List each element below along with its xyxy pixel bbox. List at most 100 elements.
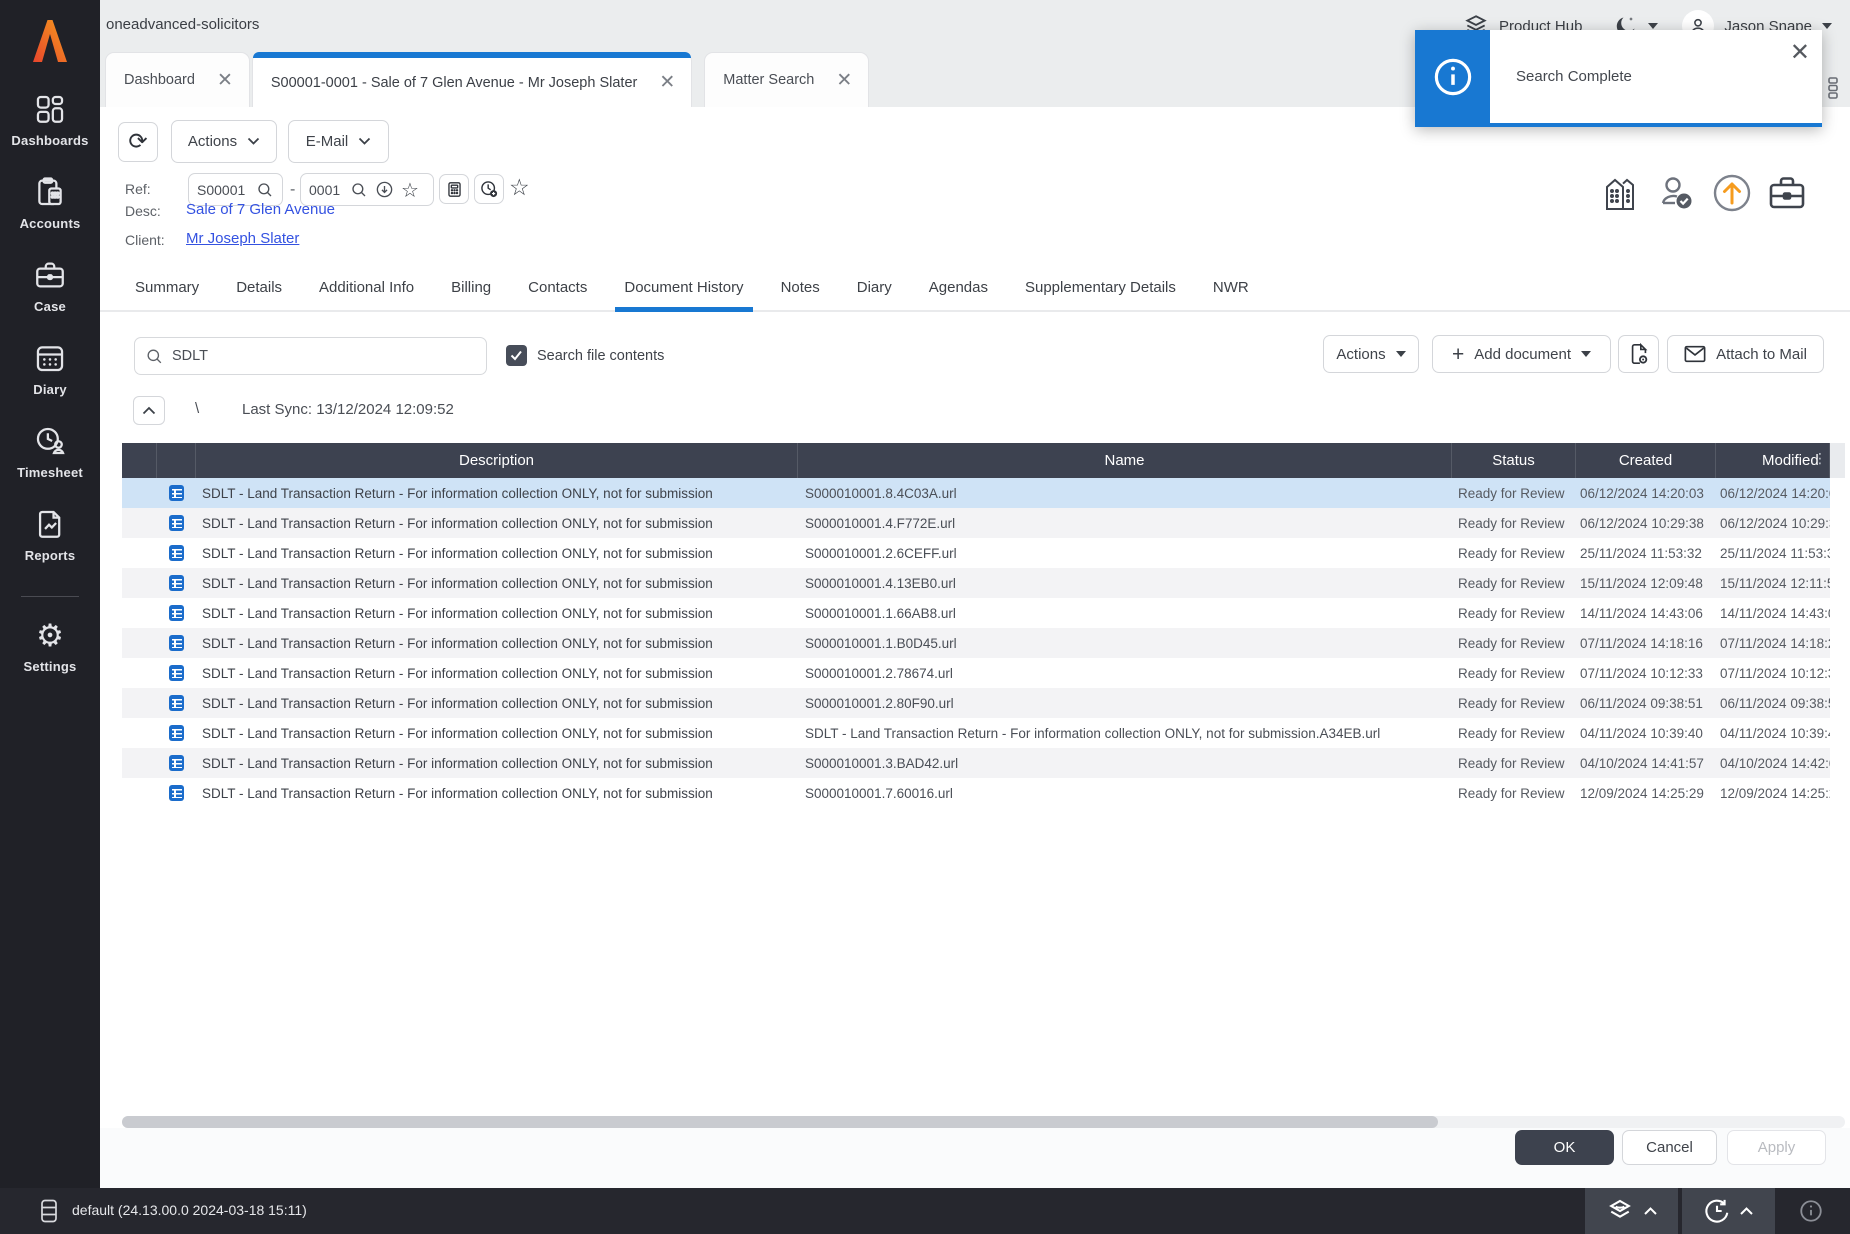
tab-matter-search[interactable]: Matter Search ✕ xyxy=(704,52,869,107)
matter-tab[interactable]: Notes xyxy=(781,265,820,310)
row-name: S000010001.1.B0D45.url xyxy=(798,636,1452,651)
layers-panel-button[interactable] xyxy=(1585,1188,1678,1234)
history-panel-button[interactable] xyxy=(1682,1188,1775,1234)
document-search-field[interactable] xyxy=(134,337,487,375)
search-icon[interactable] xyxy=(350,181,368,199)
row-created: 12/09/2024 14:25:29 xyxy=(1576,786,1716,801)
sidebar-item-settings[interactable]: ⚙ Settings xyxy=(24,621,77,674)
new-document-template-button[interactable] xyxy=(1618,335,1659,373)
sidebar-item-timesheet[interactable]: Timesheet xyxy=(17,424,83,480)
table-row[interactable]: SDLT - Land Transaction Return - For inf… xyxy=(122,538,1830,568)
column-header-name[interactable]: Name xyxy=(798,443,1452,478)
close-icon[interactable]: ✕ xyxy=(1790,38,1810,66)
row-icon-cell xyxy=(157,575,196,591)
sidebar-item-label: Reports xyxy=(25,548,76,563)
info-icon[interactable] xyxy=(1798,1198,1824,1224)
table-row[interactable]: SDLT - Land Transaction Return - For inf… xyxy=(122,718,1830,748)
table-row[interactable]: SDLT - Land Transaction Return - For inf… xyxy=(122,478,1830,508)
document-file-icon xyxy=(169,485,184,501)
document-file-icon xyxy=(169,695,184,711)
sidebar-item-case[interactable]: Case xyxy=(33,258,67,314)
sidebar-item-dashboards[interactable]: Dashboards xyxy=(11,92,88,148)
ref-matter-input[interactable] xyxy=(197,182,249,198)
cancel-button[interactable]: Cancel xyxy=(1622,1130,1717,1165)
row-created: 25/11/2024 11:53:32 xyxy=(1576,546,1716,561)
document-search-input[interactable] xyxy=(172,348,476,364)
matter-tab-label: Diary xyxy=(857,279,892,296)
search-icon[interactable] xyxy=(256,181,274,199)
client-link[interactable]: Mr Joseph Slater xyxy=(186,230,299,247)
table-row[interactable]: SDLT - Land Transaction Return - For inf… xyxy=(122,508,1830,538)
column-header-created[interactable]: Created xyxy=(1576,443,1716,478)
time-record-button[interactable] xyxy=(474,174,504,204)
close-icon[interactable]: ✕ xyxy=(217,71,233,90)
billing-calculator-button[interactable] xyxy=(439,174,469,204)
table-body: SDLT - Land Transaction Return - For inf… xyxy=(122,478,1830,808)
table-row[interactable]: SDLT - Land Transaction Return - For inf… xyxy=(122,628,1830,658)
matter-tab[interactable]: Supplementary Details xyxy=(1025,265,1176,310)
toast-notification: Search Complete ✕ xyxy=(1415,30,1822,127)
row-description: SDLT - Land Transaction Return - For inf… xyxy=(196,696,798,711)
matter-tab[interactable]: Document History xyxy=(624,265,743,310)
add-document-button[interactable]: + Add document xyxy=(1432,335,1611,373)
matter-tab[interactable]: Contacts xyxy=(528,265,587,310)
client-verified-icon[interactable] xyxy=(1656,173,1698,213)
case-briefcase-icon[interactable] xyxy=(1766,173,1808,213)
row-status: Ready for Review xyxy=(1452,666,1576,681)
matter-tab-bar: Summary Details Additional Info Billing Cont… xyxy=(100,265,1850,312)
upload-icon[interactable] xyxy=(1710,171,1754,215)
table-row[interactable]: SDLT - Land Transaction Return - For inf… xyxy=(122,688,1830,718)
matter-actions-button[interactable]: Actions xyxy=(171,120,277,163)
matter-tab[interactable]: NWR xyxy=(1213,265,1249,310)
sidebar-item-label: Timesheet xyxy=(17,465,83,480)
close-icon[interactable]: ✕ xyxy=(836,71,852,90)
documents-actions-button[interactable]: Actions xyxy=(1323,335,1419,373)
favourite-icon[interactable]: ☆ xyxy=(401,180,419,200)
tab-matter[interactable]: S00001-0001 - Sale of 7 Glen Avenue - Mr… xyxy=(252,52,692,107)
matter-tab[interactable]: Summary xyxy=(135,265,199,310)
table-row[interactable]: SDLT - Land Transaction Return - For inf… xyxy=(122,658,1830,688)
matter-favourite-icon[interactable]: ☆ xyxy=(509,177,530,200)
email-button[interactable]: E-Mail xyxy=(288,120,389,163)
row-icon-cell xyxy=(157,665,196,681)
matter-tab[interactable]: Billing xyxy=(451,265,491,310)
sidebar-item-reports[interactable]: Reports xyxy=(25,507,76,563)
matter-tab[interactable]: Agendas xyxy=(929,265,988,310)
history-down-icon[interactable] xyxy=(375,180,394,199)
close-icon[interactable]: ✕ xyxy=(659,73,675,92)
tab-list-icon[interactable] xyxy=(1820,76,1842,100)
document-settings-icon xyxy=(1628,342,1650,366)
collapse-panel-button[interactable] xyxy=(133,396,165,425)
matter-tab[interactable]: Details xyxy=(236,265,282,310)
matter-tab[interactable]: Diary xyxy=(857,265,892,310)
matter-tab-label: Agendas xyxy=(929,279,988,296)
matter-description-link[interactable]: Sale of 7 Glen Avenue xyxy=(186,201,335,218)
sidebar-item-label: Diary xyxy=(33,382,67,397)
sidebar-item-accounts[interactable]: Accounts xyxy=(20,175,81,231)
property-buildings-icon[interactable] xyxy=(1602,173,1644,213)
horizontal-scrollbar[interactable] xyxy=(122,1116,1845,1128)
apply-button[interactable]: Apply xyxy=(1727,1130,1826,1165)
column-options-icon[interactable]: ⋮ xyxy=(1813,451,1827,467)
ref-sub-input[interactable] xyxy=(309,182,343,198)
table-row[interactable]: SDLT - Land Transaction Return - For inf… xyxy=(122,568,1830,598)
search-file-contents-checkbox[interactable] xyxy=(506,345,527,366)
table-row[interactable]: SDLT - Land Transaction Return - For inf… xyxy=(122,598,1830,628)
matter-tab[interactable]: Additional Info xyxy=(319,265,414,310)
scrollbar-thumb[interactable] xyxy=(122,1116,1438,1128)
ok-button[interactable]: OK xyxy=(1515,1130,1614,1165)
row-description: SDLT - Land Transaction Return - For inf… xyxy=(196,546,798,561)
column-header-status[interactable]: Status xyxy=(1452,443,1576,478)
row-created: 06/12/2024 10:29:38 xyxy=(1576,516,1716,531)
attach-to-mail-button[interactable]: Attach to Mail xyxy=(1667,335,1824,373)
document-file-icon xyxy=(169,605,184,621)
table-row[interactable]: SDLT - Land Transaction Return - For inf… xyxy=(122,778,1830,808)
chevron-down-icon xyxy=(1822,23,1832,29)
toast-accent xyxy=(1415,30,1490,123)
table-row[interactable]: SDLT - Land Transaction Return - For inf… xyxy=(122,748,1830,778)
button-label: Attach to Mail xyxy=(1716,346,1807,363)
column-header-description[interactable]: Description xyxy=(196,443,798,478)
refresh-button[interactable]: ⟳ xyxy=(118,122,158,162)
tab-dashboard[interactable]: Dashboard ✕ xyxy=(105,52,250,107)
sidebar-item-diary[interactable]: Diary xyxy=(33,341,67,397)
